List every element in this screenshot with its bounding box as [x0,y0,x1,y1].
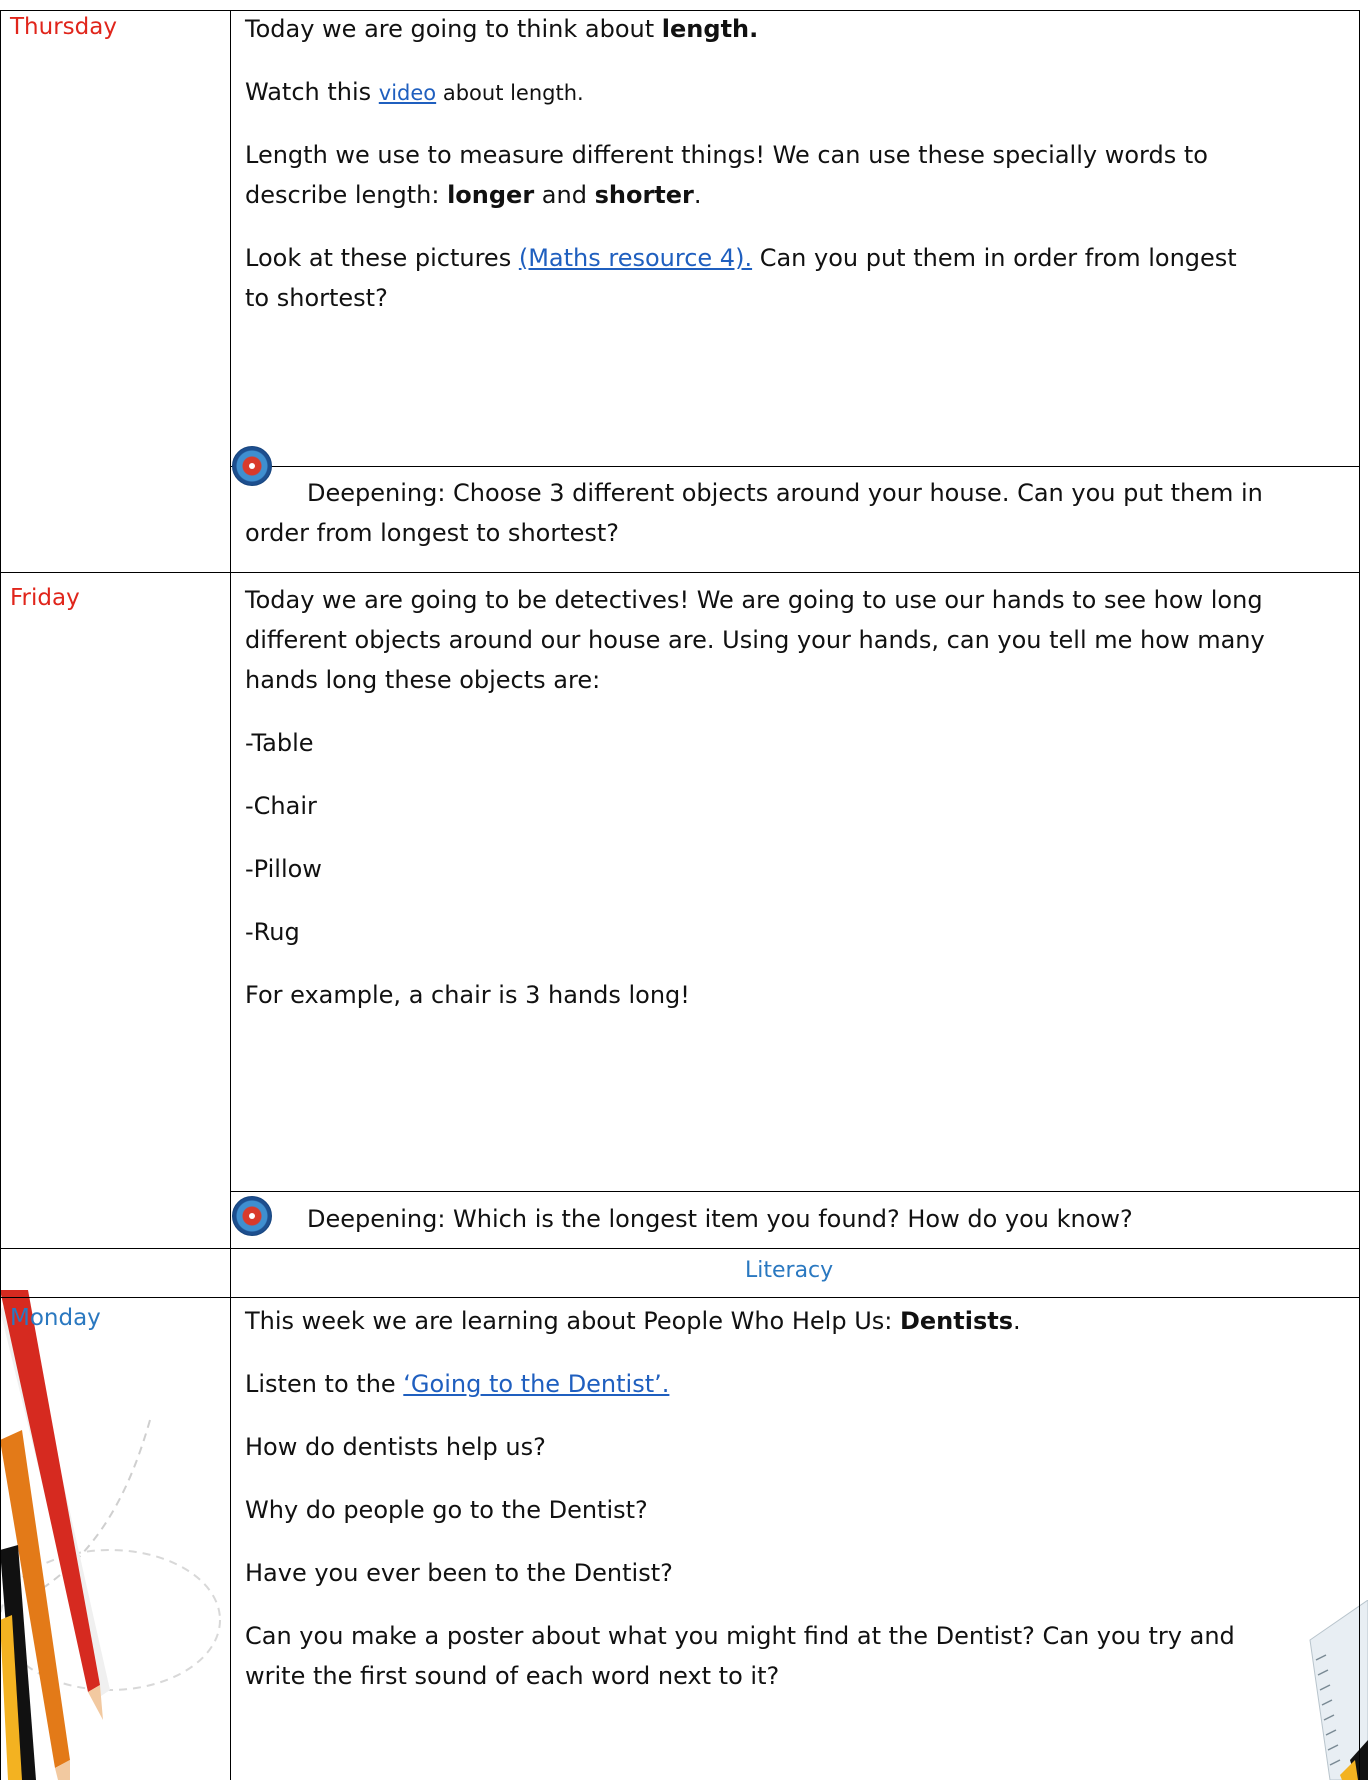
text: Watch this [245,78,379,106]
list-item: -Chair [245,792,317,820]
row-border [0,1297,1360,1298]
friday-paragraph: For example, a chair is 3 hands long! [245,981,690,1009]
text: . [693,181,702,209]
dentist-story-link[interactable]: ‘Going to the Dentist’. [403,1370,669,1398]
text: This week we are learning about People W… [245,1307,900,1335]
bold-text: length. [661,15,759,43]
thursday-intro: Today we are going to think about length… [245,12,758,46]
question: Have you ever been to the Dentist? [245,1559,673,1587]
thursday-deepening: Deepening: Choose 3 different objects ar… [307,479,1263,507]
day-label: Monday [10,1305,101,1331]
friday-paragraph: hands long these objects are: [245,666,601,694]
deepening-badge-icon [232,1196,272,1236]
thursday-video-line: Watch this video about length. [245,75,584,110]
thursday-paragraph: Look at these pictures (Maths resource 4… [245,241,1237,275]
maths-resource-link[interactable]: (Maths resource 4). [519,244,752,272]
text: Can you put them in order from longest [752,244,1237,272]
question: How do dentists help us? [245,1433,546,1461]
pencils-decoration [0,1290,221,1780]
ruler-decoration [1309,1600,1368,1780]
row-border [0,572,1360,573]
deepening-border [230,1191,1360,1192]
thursday-paragraph: to shortest? [245,284,388,312]
day-label: Thursday [10,14,117,40]
table-border [0,10,1360,11]
text: Look at these pictures [245,244,519,272]
bold-text: shorter [594,181,694,209]
thursday-deepening: order from longest to shortest? [245,519,620,547]
table-border [230,10,231,1780]
list-item: -Table [245,729,314,757]
monday-listen-line: Listen to the ‘Going to the Dentist’. [245,1367,669,1401]
bold-text: longer [447,181,535,209]
row-border [0,1248,1360,1249]
question: Can you make a poster about what you mig… [245,1622,1235,1650]
question: Why do people go to the Dentist? [245,1496,648,1524]
text: and [534,181,595,209]
section-heading: Literacy [745,1258,834,1283]
friday-paragraph: Today we are going to be detectives! We … [245,586,1263,614]
day-label: Friday [10,585,80,611]
deepening-badge-icon [232,446,272,486]
monday-intro: This week we are learning about People W… [245,1304,1021,1338]
text: . [1013,1307,1021,1335]
bold-text: Dentists [899,1307,1014,1335]
list-item: -Rug [245,918,300,946]
question: write the first sound of each word next … [245,1662,780,1690]
friday-paragraph: different objects around our house are. … [245,626,1265,654]
text: Today we are going to think about [245,15,662,43]
table-border [0,10,1,1780]
friday-deepening: Deepening: Which is the longest item you… [307,1205,1133,1233]
table-border [1359,10,1360,1780]
thursday-paragraph: describe length: longer and shorter. [245,178,702,212]
text: Listen to the [245,1370,404,1398]
text: describe length: [245,181,448,209]
text: about length. [436,81,584,105]
thursday-paragraph: Length we use to measure different thing… [245,141,1208,169]
list-item: -Pillow [245,855,322,883]
deepening-border [230,466,1360,467]
video-link[interactable]: video [379,81,436,105]
